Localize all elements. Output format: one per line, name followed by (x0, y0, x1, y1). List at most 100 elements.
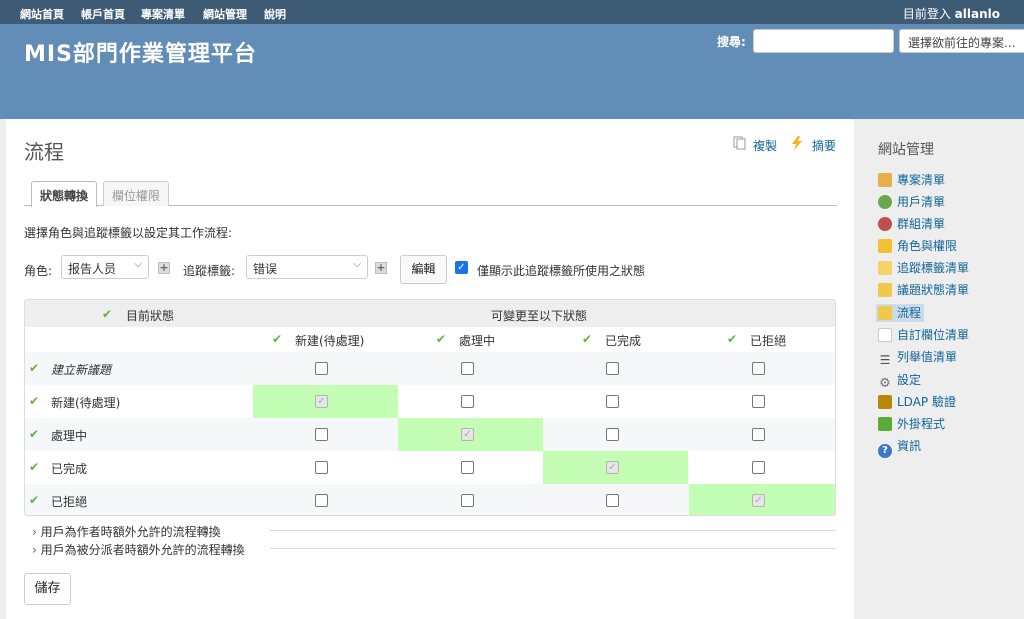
workflow-transitions-table: ✔ 目前狀態 可變更至以下狀態 ✔ 新建(待處理) ✔ 處理中 ✔ 已完成 ✔ … (24, 299, 836, 516)
sidebar-item-label: 群組清單 (897, 217, 946, 231)
sidebar-item-label: 資訊 (897, 439, 922, 453)
roles-icon (878, 239, 892, 253)
transition-checkbox[interactable] (752, 428, 765, 441)
menu-projects[interactable]: 專案清單 (141, 6, 185, 22)
row-label: 建立新議題 (51, 363, 112, 377)
transition-checkbox[interactable] (606, 428, 619, 441)
tab-field-permissions[interactable]: 欄位權限 (103, 181, 170, 206)
column-header: 已拒絕 (750, 334, 787, 348)
transition-checkbox[interactable] (315, 461, 328, 474)
logged-as-prefix: 目前登入 (902, 7, 951, 21)
toggle-row-icon[interactable]: ✔ (29, 460, 39, 474)
transition-checkbox-disabled: ✓ (606, 461, 619, 474)
sidebar-item-info[interactable]: ? 資訊 (878, 437, 922, 458)
summary-lightning-icon[interactable] (790, 136, 804, 150)
sidebar-item-label: LDAP 驗證 (897, 395, 956, 409)
sidebar-item-plugins[interactable]: 外掛程式 (878, 415, 945, 433)
project-jump-select[interactable]: 選擇欲前往的專案... (899, 29, 1024, 53)
sidebar-title: 網站管理 (878, 142, 934, 158)
sidebar-item-groups[interactable]: 群組清單 (878, 215, 945, 233)
sidebar-item-trackers[interactable]: 追蹤標籤清單 (878, 259, 969, 277)
menu-home[interactable]: 網站首頁 (20, 6, 64, 22)
row-label: 處理中 (51, 429, 88, 443)
projects-icon (878, 173, 892, 187)
transition-checkbox[interactable] (752, 461, 765, 474)
toggle-row-icon[interactable]: ✔ (29, 427, 39, 441)
sidebar-item-projects[interactable]: 專案清單 (878, 171, 945, 189)
info-icon: ? (878, 444, 892, 458)
edit-button[interactable]: 編輯 (400, 255, 447, 284)
add-role-icon[interactable]: + (158, 262, 170, 274)
column-header: 新建(待處理) (295, 334, 365, 348)
tracker-select[interactable]: 错误 ⌵ (246, 255, 368, 279)
group-icon (878, 217, 892, 231)
used-statuses-label: 僅顯示此追蹤標籤所使用之狀態 (477, 264, 646, 278)
search-input[interactable] (753, 29, 894, 53)
tab-transitions[interactable]: 狀態轉換 (31, 181, 98, 207)
menu-administration[interactable]: 網站管理 (203, 6, 247, 22)
toggle-column-icon[interactable]: ✔ (582, 332, 592, 346)
column-header: 已完成 (605, 334, 642, 348)
transition-checkbox[interactable] (752, 362, 765, 375)
settings-icon: ⚙ (879, 376, 891, 391)
sidebar-item-label: 列舉值清單 (897, 350, 958, 364)
menu-help[interactable]: 說明 (264, 6, 286, 22)
transition-checkbox[interactable] (461, 494, 474, 507)
sidebar-item-label: 專案清單 (897, 173, 946, 187)
row-label: 已完成 (51, 462, 88, 476)
toggle-row-icon[interactable]: ✔ (29, 361, 39, 375)
table-row: ✔ 已拒絕 ✓ (25, 484, 835, 515)
chevron-down-icon: ⌵ (134, 259, 142, 270)
sidebar-item-enumerations[interactable]: ☰ 列舉值清單 (878, 348, 958, 367)
custom-fields-icon (878, 328, 892, 342)
copy-icon[interactable] (733, 136, 747, 150)
logged-as-user[interactable]: allanlo (955, 7, 1000, 21)
tracker-label: 追蹤標籤: (183, 264, 236, 278)
role-label: 角色: (24, 264, 53, 278)
sidebar-item-roles[interactable]: 角色與權限 (878, 237, 957, 255)
sidebar-item-users[interactable]: 用戶清單 (878, 193, 945, 211)
toggle-column-icon[interactable]: ✔ (272, 332, 282, 346)
site-title[interactable]: MIS部門作業管理平台 (24, 36, 257, 68)
toggle-column-icon[interactable]: ✔ (727, 332, 737, 346)
sidebar-item-label: 用戶清單 (897, 195, 946, 209)
transition-checkbox[interactable] (315, 428, 328, 441)
sidebar-item-workflow[interactable]: 流程 (876, 304, 925, 322)
sidebar-item-custom-fields[interactable]: 自訂欄位清單 (878, 326, 969, 344)
transition-checkbox[interactable] (461, 395, 474, 408)
used-statuses-checkbox[interactable]: ✓ (455, 261, 468, 274)
sidebar-item-label: 議題狀態清單 (897, 283, 970, 297)
logged-as: 目前登入 allanlo (903, 5, 1000, 22)
check-all-icon[interactable]: ✔ (102, 307, 112, 321)
transition-checkbox[interactable] (606, 395, 619, 408)
transition-checkbox[interactable] (606, 362, 619, 375)
transition-checkbox[interactable] (315, 494, 328, 507)
chevron-down-icon: ⌵ (353, 259, 361, 270)
user-icon (878, 195, 892, 209)
role-select-value: 报告人员 (68, 262, 117, 276)
transition-checkbox[interactable] (461, 362, 474, 375)
copy-link[interactable]: 複製 (753, 137, 777, 154)
author-transitions-toggle[interactable]: › 用戶為作者時額外允許的流程轉換 (32, 523, 221, 540)
list-icon: ☰ (879, 353, 891, 367)
menu-my-page[interactable]: 帳戶首頁 (81, 6, 125, 22)
toggle-row-icon[interactable]: ✔ (29, 394, 39, 408)
transition-checkbox[interactable] (461, 461, 474, 474)
toggle-column-icon[interactable]: ✔ (436, 332, 446, 346)
role-select[interactable]: 报告人员 ⌵ (61, 255, 149, 279)
summary-link[interactable]: 摘要 (812, 137, 836, 154)
sidebar-item-issue-statuses[interactable]: 議題狀態清單 (878, 281, 969, 299)
sidebar-item-ldap[interactable]: LDAP 驗證 (878, 393, 956, 411)
transition-checkbox[interactable] (752, 395, 765, 408)
trackers-icon (878, 261, 892, 275)
assignee-transitions-toggle[interactable]: › 用戶為被分派者時額外允許的流程轉換 (32, 541, 245, 558)
page-title: 流程 (24, 140, 64, 164)
transition-checkbox[interactable] (315, 362, 328, 375)
transition-checkbox[interactable] (606, 494, 619, 507)
sidebar-item-label: 追蹤標籤清單 (897, 261, 970, 275)
add-tracker-icon[interactable]: + (375, 262, 387, 274)
save-button[interactable]: 儲存 (24, 573, 71, 605)
sidebar-item-settings[interactable]: ⚙ 設定 (878, 371, 921, 391)
toggle-row-icon[interactable]: ✔ (29, 493, 39, 507)
tracker-select-value: 错误 (253, 262, 278, 276)
